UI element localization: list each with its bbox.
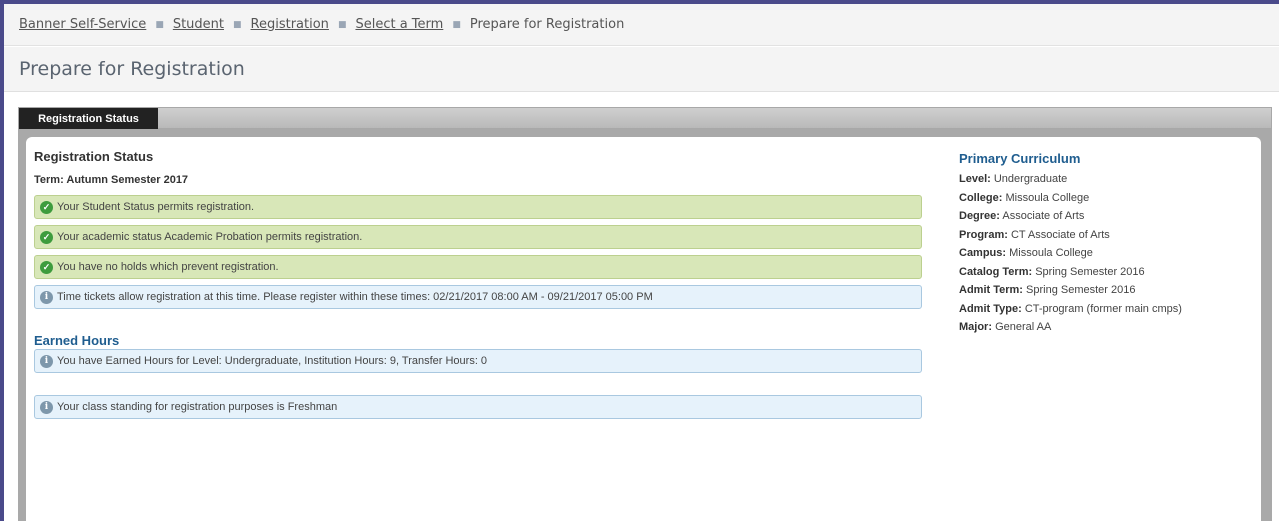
registration-status-heading: Registration Status <box>34 149 154 164</box>
breadcrumb-student[interactable]: Student <box>173 17 224 32</box>
tab-strip: Registration Status <box>18 107 1272 135</box>
info-circle-icon: i <box>40 354 53 368</box>
info-circle-icon: i <box>40 400 53 414</box>
registration-status-section: Registration Status Term: Autumn Semeste… <box>34 149 922 419</box>
check-circle-icon: ✓ <box>40 200 53 214</box>
check-circle-icon: ✓ <box>40 230 53 244</box>
breadcrumb-banner-self-service[interactable]: Banner Self-Service <box>19 17 146 32</box>
breadcrumb-separator: ■ <box>452 19 461 30</box>
status-message-text: You have no holds which prevent registra… <box>57 261 279 273</box>
curriculum-admit-type: Admit Type: CT-program (former main cmps… <box>959 302 1182 315</box>
status-message-holds: ✓ You have no holds which prevent regist… <box>34 255 922 279</box>
curriculum-program: Program: CT Associate of Arts <box>959 228 1110 241</box>
breadcrumb-current: Prepare for Registration <box>469 17 625 32</box>
curriculum-campus: Campus: Missoula College <box>959 247 1093 259</box>
page-title: Prepare for Registration <box>19 58 245 80</box>
status-message-text: Time tickets allow registration at this … <box>57 291 653 303</box>
earned-hours-heading: Earned Hours <box>34 333 120 348</box>
term-label: Term: Autumn Semester 2017 <box>34 174 189 186</box>
status-message-academic-status: ✓ Your academic status Academic Probatio… <box>34 225 922 249</box>
breadcrumb-separator: ■ <box>233 19 242 30</box>
breadcrumb-separator: ■ <box>155 19 164 30</box>
breadcrumb: Banner Self-Service ■ Student ■ Registra… <box>4 4 1279 46</box>
primary-curriculum-section: Primary Curriculum Level: Undergraduate … <box>959 151 1249 337</box>
curriculum-level: Level: Undergraduate <box>959 173 1068 185</box>
tab-registration-status[interactable]: Registration Status <box>19 108 158 129</box>
curriculum-major: Major: General AA <box>959 321 1052 333</box>
page-header: Prepare for Registration <box>4 47 1279 92</box>
breadcrumb-registration[interactable]: Registration <box>251 17 329 32</box>
curriculum-catalog-term: Catalog Term: Spring Semester 2016 <box>959 265 1145 278</box>
curriculum-college: College: Missoula College <box>959 191 1090 204</box>
tab-panel-content: Registration Status Term: Autumn Semeste… <box>26 137 1261 521</box>
info-circle-icon: i <box>40 290 53 304</box>
earned-hours-message: i You have Earned Hours for Level: Under… <box>34 349 922 373</box>
status-message-student-status: ✓ Your Student Status permits registrati… <box>34 195 922 219</box>
tab-panel: Registration Status Term: Autumn Semeste… <box>18 129 1272 521</box>
earned-hours-text: You have Earned Hours for Level: Undergr… <box>57 355 488 367</box>
status-message-time-tickets: i Time tickets allow registration at thi… <box>34 285 922 309</box>
status-message-text: Your Student Status permits registration… <box>57 201 255 213</box>
breadcrumb-select-a-term[interactable]: Select a Term <box>355 17 443 32</box>
class-standing-text: Your class standing for registration pur… <box>57 401 338 413</box>
class-standing-message: i Your class standing for registration p… <box>34 395 922 419</box>
curriculum-admit-term: Admit Term: Spring Semester 2016 <box>959 284 1136 296</box>
primary-curriculum-heading: Primary Curriculum <box>959 151 1081 166</box>
breadcrumb-separator: ■ <box>337 19 347 30</box>
status-message-text: Your academic status Academic Probation … <box>57 231 363 243</box>
curriculum-degree: Degree: Associate of Arts <box>959 210 1085 222</box>
check-circle-icon: ✓ <box>40 260 53 274</box>
